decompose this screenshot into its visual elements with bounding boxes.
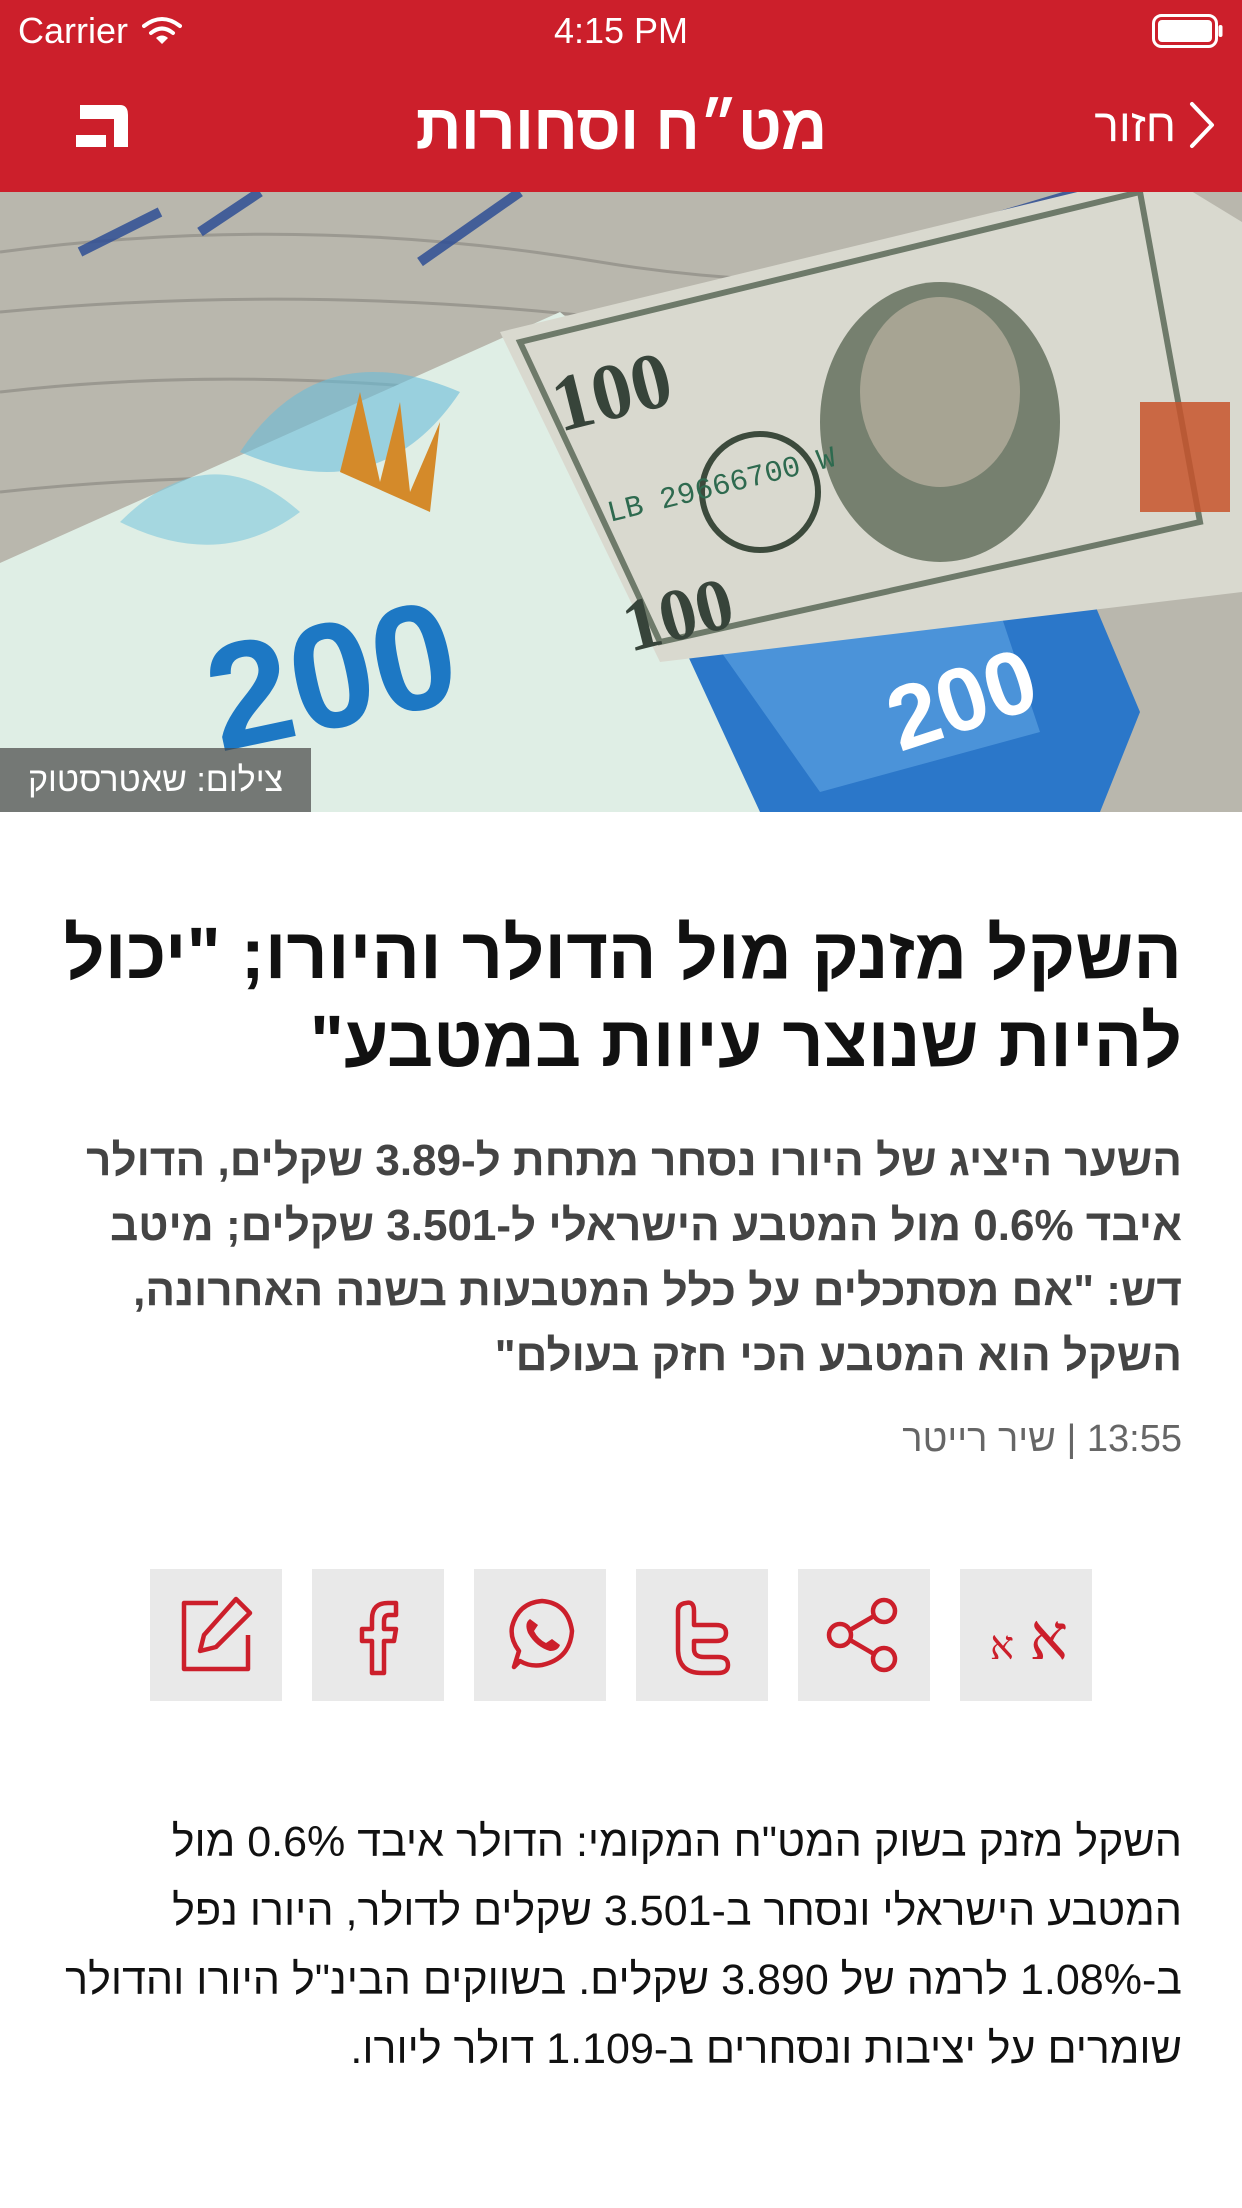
font-size-icon: א א [990, 1601, 1068, 1675]
back-label: חזור [1094, 99, 1176, 151]
article-body: השקל מזנק בשוק המט"ח המקומי: הדולר איבד … [65, 1818, 1182, 2073]
chevron-right-icon [1190, 102, 1214, 148]
facebook-icon [359, 1600, 399, 1676]
photo-credit: צילום: שאטרסטוק [0, 748, 312, 812]
svg-text:א: א [990, 1623, 1014, 1669]
whatsapp-icon [509, 1598, 575, 1670]
navigation-bar: מט״ח וסחורות חזור [0, 62, 1242, 192]
back-button[interactable]: חזור [1094, 98, 1216, 152]
talkback-edit-icon [181, 1596, 253, 1672]
svg-text:א: א [1030, 1601, 1068, 1675]
font-size-button[interactable]: א א [960, 1569, 1092, 1701]
whatsapp-button[interactable] [474, 1569, 606, 1701]
share-button[interactable] [798, 1569, 930, 1701]
article-headline: השקל מזנק מול הדולר והיורו; "יכול להיות … [63, 914, 1182, 1082]
twitter-button[interactable] [636, 1569, 768, 1701]
currency-banknotes-photo: 200 200 100 100 LB 29666700 W [0, 192, 1242, 812]
article-subheadline: השער היציג של היורו נסחר מתחת ל-3.89 שקל… [86, 1136, 1182, 1380]
share-toolbar: א א [150, 1569, 1092, 1701]
twitter-icon [675, 1600, 731, 1676]
status-bar: Carrier 4:15 PM [0, 0, 1242, 62]
facebook-button[interactable] [312, 1569, 444, 1701]
hero-image: 200 200 100 100 LB 29666700 W צילום: שאט… [0, 192, 1242, 812]
talkback-button[interactable] [150, 1569, 282, 1701]
battery-icon [1152, 14, 1223, 48]
share-icon [826, 1597, 898, 1673]
article-byline: 13:55 | שיר רייטר [902, 1418, 1182, 1460]
app-header: Carrier 4:15 PM מט״ח וסחורות חזור [0, 0, 1242, 192]
section-title: מט״ח וסחורות [415, 91, 828, 163]
clock: 4:15 PM [553, 10, 689, 51]
